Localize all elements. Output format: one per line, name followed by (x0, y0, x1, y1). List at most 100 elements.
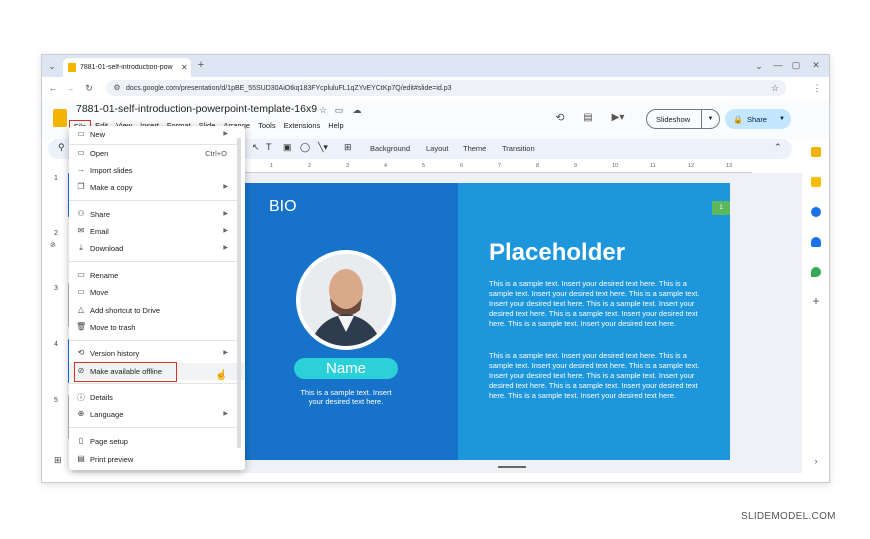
slideshow-dropdown-icon[interactable]: ▼ (701, 110, 719, 128)
menu-item-move[interactable]: ▭ Move (69, 284, 245, 301)
menu-item-label: Email (90, 227, 109, 236)
star-icon[interactable]: ☆ (318, 104, 328, 116)
browser-tab[interactable]: 7881-01-self-introduction-pow ✕ (63, 58, 191, 77)
meet-icon[interactable]: ▶▾ (608, 112, 628, 124)
menu-item-label: New (90, 130, 106, 139)
url-field[interactable]: ⚙ docs.google.com/presentation/d/1pBE_55… (106, 80, 786, 96)
share-icon: ⚇ (77, 209, 85, 218)
menu-item-label: Rename (90, 271, 119, 280)
speaker-notes-handle[interactable] (498, 466, 526, 468)
add-addon-icon[interactable]: + (810, 295, 822, 307)
slide-left-panel: BIO Name This is a sample text. Insert y… (244, 183, 458, 460)
profile-image (300, 254, 392, 346)
menu-extensions[interactable]: Extensions (280, 120, 325, 133)
shape-icon[interactable]: ◯ (300, 142, 310, 153)
menu-separator (69, 200, 237, 201)
close-window-icon[interactable]: ✕ (810, 59, 822, 71)
shortcut-text: Ctrl+O (205, 149, 227, 158)
comments-icon[interactable]: ▤ (582, 112, 594, 124)
share-label: Share (746, 114, 767, 124)
menu-item-download[interactable]: ⤓ Download ▶ (69, 240, 245, 257)
menu-item-details[interactable]: ⓘ Details (69, 389, 245, 406)
menu-item-page-setup[interactable]: ▯ Page setup (69, 433, 245, 450)
keep-icon[interactable] (811, 177, 821, 187)
menu-item-version-history[interactable]: ⟲ Version history ▶ (69, 345, 245, 362)
menu-tools[interactable]: Tools (254, 120, 280, 133)
menu-item-new[interactable]: ▭ New ▶ (69, 126, 245, 143)
menu-scrollbar[interactable] (237, 138, 241, 448)
maximize-icon[interactable]: ▢ (790, 59, 802, 71)
ruler-tick: 13 (726, 163, 733, 169)
slides-panel-icon[interactable] (811, 147, 821, 157)
text-box-icon[interactable]: T (266, 142, 272, 152)
profile-photo[interactable] (296, 250, 396, 350)
menu-item-print-preview[interactable]: ▤ Print preview (69, 451, 245, 468)
menu-separator (69, 383, 237, 384)
close-tab-icon[interactable]: ✕ (181, 63, 191, 72)
back-icon[interactable]: ← (48, 82, 58, 94)
slides-logo-icon[interactable] (53, 109, 67, 127)
maps-icon[interactable] (811, 267, 821, 277)
layout-button[interactable]: Layout (426, 144, 449, 153)
slide-thumbnails: 1 2 ⊘ 3 4 5 ⊞ (42, 165, 72, 465)
tab-list-icon[interactable]: ⌄ (47, 60, 57, 72)
forward-icon[interactable]: → (65, 82, 75, 94)
slide-right-panel: 1 Placeholder This is a sample text. Ins… (458, 183, 730, 460)
document-title[interactable]: 7881-01-self-introduction-powerpoint-tem… (76, 103, 317, 115)
ruler-tick: 4 (384, 163, 388, 169)
bio-small-text[interactable]: This is a sample text. Insert your desir… (299, 388, 393, 406)
paragraph-2[interactable]: This is a sample text. Insert your desir… (489, 351, 703, 401)
select-icon[interactable]: ↖ (252, 142, 260, 153)
line-icon[interactable]: ╲▾ (318, 142, 328, 153)
tab-bar: ⌄ 7881-01-self-introduction-pow ✕ + ⌄ — … (42, 55, 829, 77)
share-button[interactable]: 🔒 Share ▼ (725, 109, 791, 129)
watermark: SLIDEMODEL.COM (741, 511, 836, 522)
menu-item-move-to-trash[interactable]: 🗑 Move to trash (69, 319, 245, 336)
ruler-tick: 3 (346, 163, 350, 169)
slide[interactable]: BIO Name This is a sample text. Insert y… (244, 183, 730, 460)
new-tab-icon[interactable]: + (195, 59, 207, 71)
tasks-icon[interactable] (811, 207, 821, 217)
bio-heading[interactable]: BIO (269, 198, 297, 216)
tab-search-icon[interactable]: ⌄ (754, 60, 764, 72)
name-label[interactable]: Name (294, 358, 398, 379)
browser-menu-icon[interactable]: ⋮ (812, 82, 822, 94)
collapse-toolbar-icon[interactable]: ⌃ (774, 142, 782, 153)
comment-add-icon[interactable]: ⊞ (344, 142, 352, 153)
menu-item-share[interactable]: ⚇ Share ▶ (69, 206, 245, 223)
copy-icon: ❐ (77, 182, 85, 191)
share-dropdown-icon[interactable]: ▼ (779, 116, 785, 122)
move-folder-icon[interactable]: ▭ (334, 104, 344, 116)
menu-item-open[interactable]: ▭ Open Ctrl+O (69, 145, 245, 162)
site-info-icon[interactable]: ⚙ (112, 82, 122, 94)
menu-help[interactable]: Help (324, 120, 347, 133)
menu-item-label: Import slides (90, 166, 133, 175)
slideshow-button[interactable]: Slideshow ▼ (646, 109, 720, 129)
menu-item-language[interactable]: ⊕ Language ▶ (69, 406, 245, 423)
theme-button[interactable]: Theme (463, 144, 486, 153)
new-icon: ▭ (77, 129, 85, 138)
contacts-icon[interactable] (811, 237, 821, 247)
ruler-tick: 8 (536, 163, 540, 169)
placeholder-heading[interactable]: Placeholder (489, 239, 625, 267)
background-button[interactable]: Background (370, 144, 410, 153)
cloud-status-icon[interactable]: ☁ (351, 104, 363, 116)
menu-item-import-slides[interactable]: → Import slides (69, 162, 245, 179)
search-menus-icon[interactable]: ⚲ (58, 142, 65, 153)
grid-view-icon[interactable]: ⊞ (54, 455, 62, 466)
transition-button[interactable]: Transition (502, 144, 535, 153)
ruler-tick: 6 (460, 163, 464, 169)
version-history-icon[interactable]: ⟲ (554, 112, 566, 124)
menu-item-add-shortcut[interactable]: △ Add shortcut to Drive (69, 302, 245, 319)
url-text: docs.google.com/presentation/d/1pBE_55SU… (126, 84, 452, 92)
menu-item-email[interactable]: ✉ Email ▶ (69, 223, 245, 240)
bookmark-star-icon[interactable]: ☆ (770, 82, 780, 94)
expand-panel-icon[interactable]: › (811, 455, 821, 467)
reload-icon[interactable]: ↻ (84, 82, 94, 94)
menu-item-rename[interactable]: ▭ Rename (69, 267, 245, 284)
minimize-icon[interactable]: — (772, 59, 784, 71)
image-icon[interactable]: ▣ (283, 142, 292, 153)
menu-item-make-a-copy[interactable]: ❐ Make a copy ▶ (69, 179, 245, 196)
paragraph-1[interactable]: This is a sample text. Insert your desir… (489, 279, 703, 329)
menu-separator (69, 261, 237, 262)
